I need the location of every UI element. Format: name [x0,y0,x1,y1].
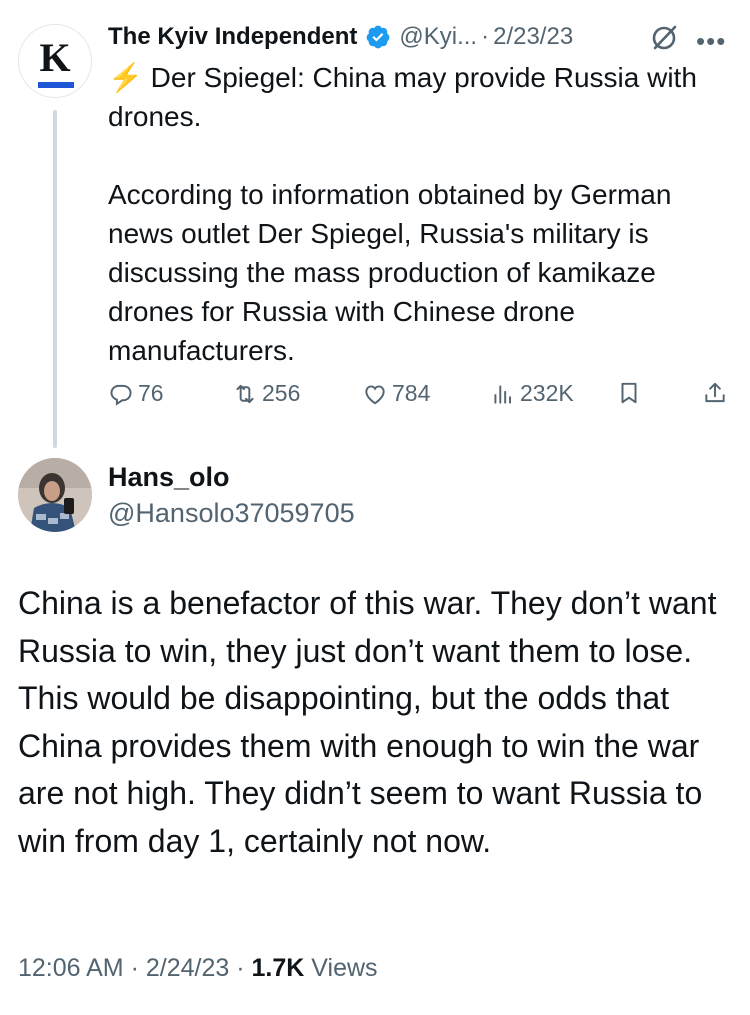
reply-count: 76 [138,380,164,406]
reply-time[interactable]: 12:06 AM [18,954,124,982]
parent-tweet-text: ⚡ Der Spiegel: China may provide Russia … [108,58,728,370]
lightning-icon: ⚡ [108,62,143,93]
user-avatar[interactable] [18,458,92,532]
share-button[interactable] [702,380,728,406]
thread-connector-line [53,110,57,448]
action-bar: 76 256 784 232K [108,380,732,416]
headline-line: ⚡ Der Spiegel: China may provide Russia … [108,58,728,136]
kyiv-independent-avatar[interactable]: K [18,24,92,98]
like-icon [365,384,385,404]
like-button[interactable]: 784 [362,380,430,407]
repost-button[interactable]: 256 [232,380,300,407]
views-count: 232K [520,380,574,406]
avatar-letter: K [39,35,71,80]
reply-author-name[interactable]: Hans_olo [108,462,230,493]
reply-icon [110,384,132,406]
verified-badge-icon [366,25,390,49]
author-name[interactable]: The Kyiv Independent [108,23,357,51]
reply-author-handle[interactable]: @Hansolo37059705 [108,498,355,529]
tweet-date[interactable]: 2/23/23 [493,23,573,51]
body-text: According to information obtained by Ger… [108,179,672,366]
reply-views-count: 1.7K [251,954,305,982]
repost-count: 256 [262,380,301,406]
author-handle[interactable]: @Kyi... [399,23,477,51]
reply-meta: 12:06 AM · 2/24/23 · 1.7K Views [18,954,378,983]
repost-icon [236,384,254,403]
views-icon [494,384,512,404]
like-count: 784 [392,380,431,406]
headline-text: Der Spiegel: China may provide Russia wi… [108,62,697,132]
parent-tweet-header: The Kyiv Independent @Kyi... · 2/23/23 [108,20,573,54]
more-icon[interactable]: ••• [696,26,726,57]
logo-underline [38,82,74,88]
separator-dot: · [130,954,139,982]
separator-dot: · [481,23,490,50]
bookmark-button[interactable] [616,380,642,406]
views-button[interactable]: 232K [490,380,574,407]
reply-tweet-text: China is a benefactor of this war. They … [18,585,717,859]
separator-dot: · [236,954,245,982]
reply-button[interactable]: 76 [108,380,164,407]
grok-icon[interactable] [648,22,680,54]
parent-tweet[interactable]: K The Kyiv Independent @Kyi... · 2/23/23… [0,0,750,450]
share-icon [705,382,725,403]
bookmark-icon [621,382,637,404]
reply-date[interactable]: 2/24/23 [146,954,229,982]
avatar-photo [18,458,92,532]
reply-views-label: Views [311,954,378,982]
